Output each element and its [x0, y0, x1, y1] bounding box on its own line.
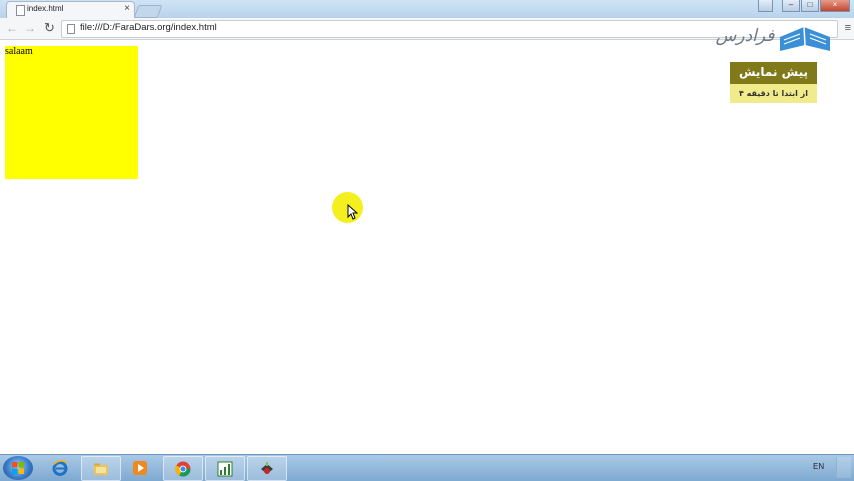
preview-badge: پیش نمایش از ابتدا تا دقیقه ۴: [730, 62, 817, 103]
address-url: file:///D:/FaraDars.org/index.html: [80, 22, 217, 33]
tab-close-icon[interactable]: ×: [124, 3, 130, 14]
windows-logo-icon: [12, 462, 24, 474]
preview-subtitle: از ابتدا تا دقیقه ۴: [730, 84, 817, 103]
back-button[interactable]: ←: [6, 21, 18, 35]
taskbar-windows-explorer[interactable]: [81, 456, 121, 481]
page-favicon-icon: [16, 5, 25, 16]
taskbar-chart-app[interactable]: [205, 456, 245, 481]
faradars-book-icon: [780, 26, 830, 51]
chart-app-icon: [217, 461, 233, 477]
taskbar-internet-explorer[interactable]: [41, 456, 79, 479]
media-player-icon: [133, 461, 147, 475]
faradars-logo: فرادرس: [714, 23, 832, 53]
yellow-div: salaam: [5, 46, 138, 179]
page-icon: [67, 24, 75, 34]
language-indicator[interactable]: EN: [813, 462, 824, 471]
close-window-button[interactable]: ×: [820, 0, 850, 12]
taskbar-media-player[interactable]: [121, 456, 159, 479]
taskbar-chrome[interactable]: [163, 456, 203, 481]
taskbar-tool-app[interactable]: [247, 456, 287, 481]
start-button[interactable]: [3, 456, 33, 480]
maximize-button[interactable]: □: [801, 0, 819, 12]
chrome-menu-icon[interactable]: ≡: [845, 22, 851, 34]
div-text: salaam: [5, 46, 33, 57]
chrome-icon: [175, 461, 191, 477]
tool-icon: [261, 462, 273, 474]
browser-title-bar: index.html × – □ ×: [0, 0, 854, 19]
tab-title: index.html: [27, 4, 64, 13]
preview-title: پیش نمایش: [730, 62, 817, 84]
new-tab-button[interactable]: [133, 5, 163, 18]
forward-button[interactable]: →: [24, 21, 36, 35]
logo-text: فرادرس: [715, 26, 775, 46]
minimize-button[interactable]: –: [782, 0, 800, 12]
folder-icon: [94, 463, 108, 475]
user-profile-icon[interactable]: [758, 0, 773, 12]
browser-tab[interactable]: index.html ×: [6, 1, 135, 19]
mouse-pointer-icon: [347, 204, 358, 220]
window-controls: – □ ×: [758, 0, 850, 12]
internet-explorer-icon: [52, 460, 68, 476]
show-desktop-button[interactable]: [836, 457, 851, 478]
reload-button[interactable]: ↻: [44, 20, 55, 36]
windows-taskbar: EN: [0, 454, 854, 481]
